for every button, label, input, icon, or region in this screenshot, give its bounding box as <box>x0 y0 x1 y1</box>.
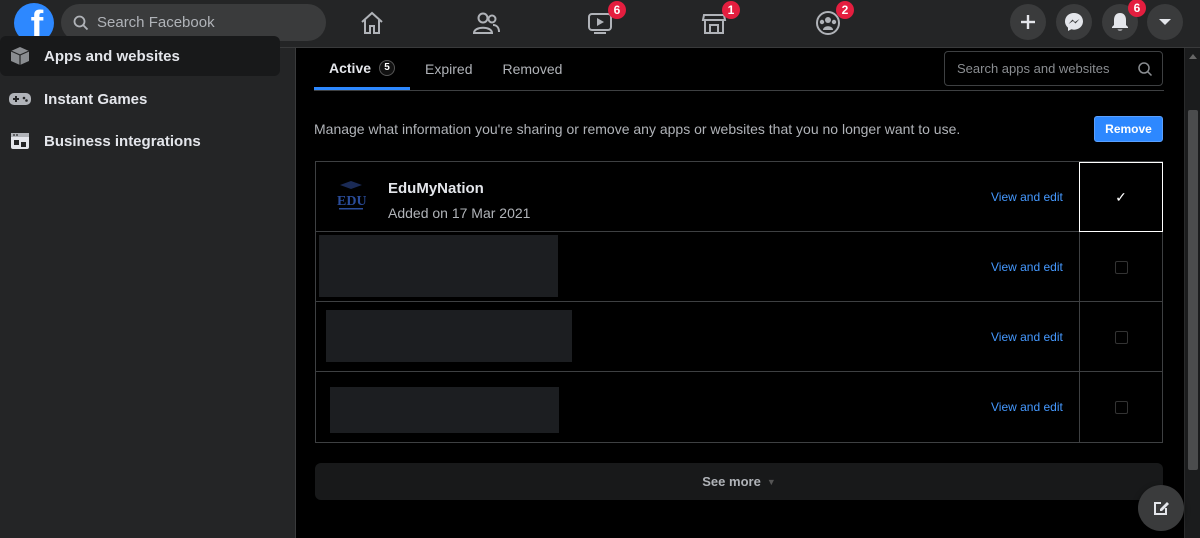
caret-down-icon <box>1159 19 1171 25</box>
view-and-edit-link[interactable]: View and edit <box>991 190 1063 204</box>
messenger-button[interactable] <box>1056 4 1092 40</box>
marketplace-badge: 1 <box>722 1 740 19</box>
edu-logo-text: EDU <box>337 194 366 209</box>
new-message-button[interactable] <box>1138 485 1184 531</box>
app-name: EduMyNation <box>388 180 484 197</box>
notifications-button[interactable]: 6 <box>1102 0 1146 40</box>
app-row: View and edit <box>316 232 1162 302</box>
apps-list: EDU EduMyNation Added on 17 Mar 2021 Vie… <box>315 161 1163 443</box>
search-apps-input[interactable]: Search apps and websites <box>944 51 1163 86</box>
app-select-cell[interactable] <box>1079 232 1163 302</box>
sidebar-item-business-integrations[interactable]: Business integrations <box>0 121 280 161</box>
app-row: View and edit <box>316 302 1162 372</box>
remove-button[interactable]: Remove <box>1094 116 1163 142</box>
app-row: EDU EduMyNation Added on 17 Mar 2021 Vie… <box>316 162 1163 232</box>
create-button[interactable] <box>1010 4 1046 40</box>
redacted-app-info <box>319 235 558 297</box>
search-placeholder: Search Facebook <box>97 14 215 31</box>
gamepad-icon <box>8 87 32 111</box>
app-select-cell[interactable]: ✓ <box>1079 162 1163 232</box>
app-added-date: Added on 17 Mar 2021 <box>388 205 531 221</box>
edumynation-logo: EDU <box>336 181 367 213</box>
tab-count-badge: 5 <box>379 59 396 76</box>
sidebar-item-label: Apps and websites <box>44 47 180 65</box>
tab-label: Active <box>329 59 372 76</box>
app-checkbox[interactable] <box>1115 400 1128 414</box>
search-icon <box>73 15 89 30</box>
page-scrollbar[interactable] <box>1184 48 1200 538</box>
app-select-cell[interactable] <box>1079 302 1163 372</box>
tab-active[interactable]: Active 5 <box>314 48 411 90</box>
messenger-icon <box>1065 13 1083 31</box>
tab-label: Expired <box>425 61 473 77</box>
friends-icon <box>472 12 500 34</box>
apps-and-websites-panel: Active 5 Expired Removed Search apps and… <box>296 48 1184 538</box>
view-and-edit-link[interactable]: View and edit <box>991 400 1063 414</box>
scrollbar-thumb[interactable] <box>1188 110 1198 470</box>
see-more-button[interactable]: See more ▼ <box>315 463 1163 500</box>
see-more-label: See more <box>702 474 761 489</box>
groups-nav[interactable]: 2 <box>810 1 854 40</box>
sidebar-item-apps-and-websites[interactable]: Apps and websites <box>0 36 280 76</box>
app-checkbox[interactable] <box>1115 260 1128 274</box>
tab-label: Removed <box>502 61 563 77</box>
app-select-cell[interactable] <box>1079 372 1163 442</box>
sidebar-item-instant-games[interactable]: Instant Games <box>0 79 280 119</box>
settings-sidebar: Apps and websites Instant Games Business… <box>0 36 296 538</box>
chevron-down-icon: ▼ <box>766 476 776 487</box>
home-nav[interactable] <box>354 6 390 40</box>
plus-icon <box>1021 15 1035 29</box>
sidebar-item-label: Business integrations <box>44 132 201 150</box>
redacted-app-info <box>330 387 559 433</box>
app-row: View and edit <box>316 372 1162 442</box>
bell-icon <box>1112 13 1128 31</box>
search-apps-placeholder: Search apps and websites <box>957 61 1110 76</box>
search-icon <box>1138 61 1153 76</box>
redacted-app-info <box>326 310 572 362</box>
tab-removed[interactable]: Removed <box>488 48 578 90</box>
business-integrations-icon <box>8 129 32 153</box>
cube-icon <box>8 44 32 68</box>
watch-badge: 6 <box>608 1 626 19</box>
view-and-edit-link[interactable]: View and edit <box>991 260 1063 274</box>
compose-icon <box>1154 502 1169 515</box>
tab-divider <box>314 90 1164 91</box>
tab-expired[interactable]: Expired <box>410 48 487 90</box>
watch-nav[interactable]: 6 <box>582 1 626 40</box>
status-tabs: Active 5 Expired Removed <box>314 48 577 90</box>
scroll-up-arrow-icon[interactable] <box>1189 54 1197 59</box>
sidebar-item-label: Instant Games <box>44 90 148 108</box>
app-checkbox[interactable] <box>1115 330 1128 344</box>
marketplace-nav[interactable]: 1 <box>696 1 740 40</box>
view-and-edit-link[interactable]: View and edit <box>991 330 1063 344</box>
page-description: Manage what information you're sharing o… <box>314 121 961 137</box>
account-menu-button[interactable] <box>1147 4 1183 40</box>
groups-badge: 2 <box>836 1 854 19</box>
friends-nav[interactable] <box>468 6 504 40</box>
notifications-badge: 6 <box>1128 0 1146 17</box>
home-icon <box>361 11 383 34</box>
checkmark-icon: ✓ <box>1115 188 1127 205</box>
